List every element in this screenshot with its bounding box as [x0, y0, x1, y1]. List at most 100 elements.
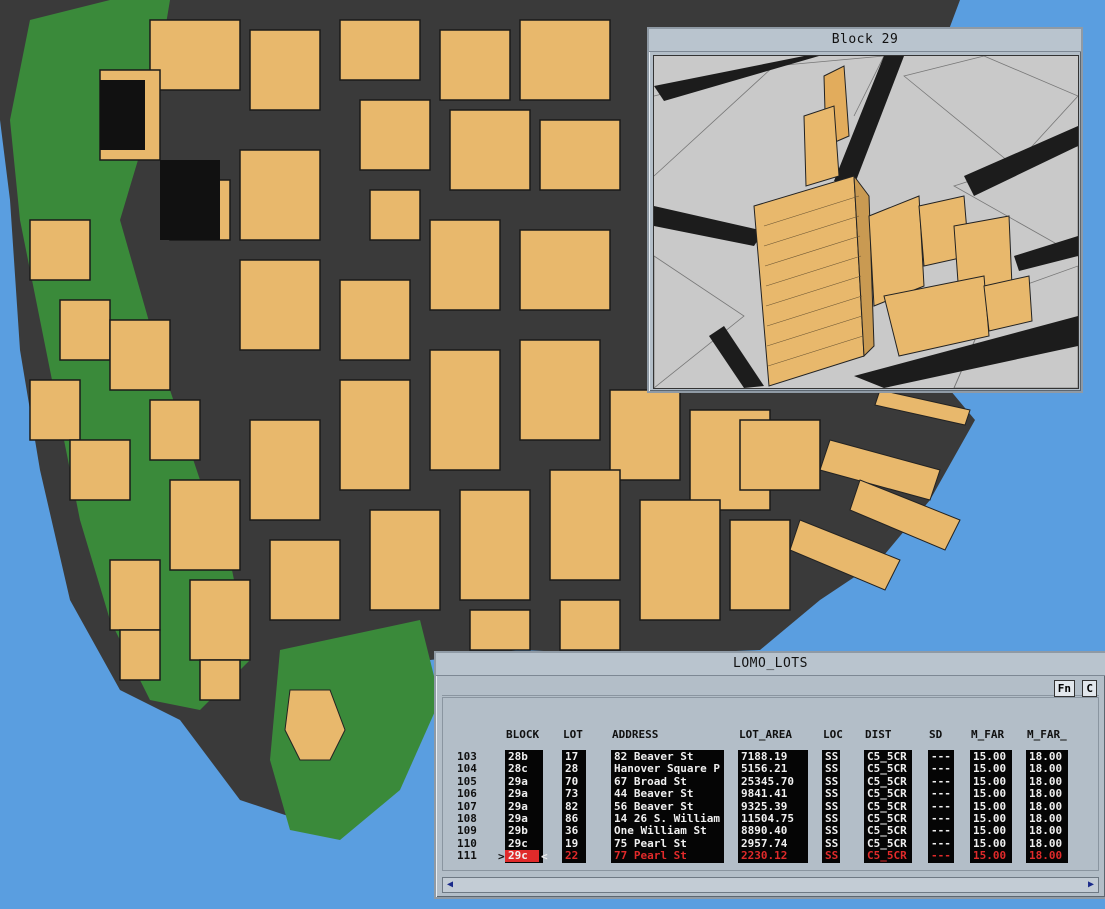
column-lot[interactable]: 17 28 70 73 82 86 36 19 22 — [562, 750, 586, 863]
table-cell[interactable]: SS — [825, 788, 838, 800]
table-cell[interactable]: 73 — [565, 788, 578, 800]
table-cell[interactable]: 18.00 — [1029, 801, 1062, 813]
table-cell[interactable]: 15.00 — [973, 825, 1006, 837]
column-block[interactable]: 28b 28c 29a 29a 29a 29a 29b 29c 29c > < — [498, 750, 548, 863]
table-cell[interactable]: 17 — [565, 751, 578, 763]
table-cell[interactable]: 29a — [508, 813, 528, 825]
table-cell[interactable]: Hanover Square P — [614, 763, 720, 775]
table-cell[interactable]: 15.00 — [973, 776, 1006, 788]
table-cell[interactable]: 8890.40 — [741, 825, 787, 837]
scroll-left-arrow-icon[interactable]: ◀ — [443, 878, 457, 892]
block-view-window[interactable]: Block 29 — [647, 27, 1083, 393]
table-cell[interactable]: 11504.75 — [741, 813, 794, 825]
table-cell-selected[interactable]: 29c — [505, 850, 539, 863]
table-cell[interactable]: 75 Pearl St — [614, 838, 687, 850]
col-header-lot-area[interactable]: LOT_AREA — [739, 728, 792, 741]
table-cell[interactable]: 15.00 — [973, 763, 1006, 775]
table-cell[interactable]: C5_5CR — [867, 838, 907, 850]
table-cell[interactable]: --- — [931, 813, 951, 825]
table-cell[interactable]: SS — [825, 838, 838, 850]
table-cell[interactable]: C5_5CR — [867, 751, 907, 763]
col-header-dist[interactable]: DIST — [865, 728, 892, 741]
col-header-m-far[interactable]: M_FAR — [971, 728, 1004, 741]
table-cell[interactable]: C5_5CR — [867, 850, 907, 862]
table-cell[interactable]: 56 Beaver St — [614, 801, 693, 813]
table-cell[interactable]: 67 Broad St — [614, 776, 687, 788]
table-cell[interactable]: C5_5CR — [867, 813, 907, 825]
table-cell[interactable]: 28 — [565, 763, 578, 775]
table-cell[interactable]: 22 — [565, 850, 578, 862]
table-cell[interactable]: --- — [931, 850, 951, 862]
col-header-loc[interactable]: LOC — [823, 728, 843, 741]
table-cell[interactable]: --- — [931, 751, 951, 763]
table-cell[interactable]: 28c — [508, 763, 528, 775]
column-loc[interactable]: SS SS SS SS SS SS SS SS SS — [822, 750, 840, 863]
table-cell[interactable]: --- — [931, 788, 951, 800]
table-cell[interactable]: --- — [931, 838, 951, 850]
table-cell[interactable]: 44 Beaver St — [614, 788, 693, 800]
table-cell[interactable]: 29a — [508, 801, 528, 813]
table-cell[interactable]: C5_5CR — [867, 788, 907, 800]
lots-table-window[interactable]: LOMO_LOTS Fn C BLOCK LOT ADDRESS LOT_ARE… — [434, 651, 1105, 899]
table-cell[interactable]: 2957.74 — [741, 838, 787, 850]
table-cell[interactable]: 29a — [508, 788, 528, 800]
column-m-far[interactable]: 15.00 15.00 15.00 15.00 15.00 15.00 15.00 15.00… — [970, 750, 1012, 863]
table-cell[interactable]: C5_5CR — [867, 776, 907, 788]
table-cell[interactable]: 15.00 — [973, 838, 1006, 850]
table-cell[interactable]: --- — [931, 801, 951, 813]
table-cell[interactable]: 15.00 — [973, 801, 1006, 813]
block-3d-viewport[interactable] — [653, 55, 1079, 389]
table-cell[interactable]: 36 — [565, 825, 578, 837]
table-cell[interactable]: 18.00 — [1029, 838, 1062, 850]
table-cell[interactable]: 9325.39 — [741, 801, 787, 813]
table-cell[interactable]: 7188.19 — [741, 751, 787, 763]
table-cell[interactable]: SS — [825, 801, 838, 813]
table-cell[interactable]: C5_5CR — [867, 801, 907, 813]
table-cell[interactable]: 70 — [565, 776, 578, 788]
table-cell[interactable]: 29c — [508, 838, 528, 850]
table-cell[interactable]: 5156.21 — [741, 763, 787, 775]
column-m-far-2[interactable]: 18.00 18.00 18.00 18.00 18.00 18.00 18.00 18.00… — [1026, 750, 1068, 863]
horizontal-scrollbar[interactable]: ◀ ▶ — [442, 877, 1099, 893]
table-cell[interactable]: One William St — [614, 825, 707, 837]
table-cell[interactable]: C5_5CR — [867, 825, 907, 837]
table-cell[interactable]: 82 Beaver St — [614, 751, 693, 763]
column-lot-area[interactable]: 7188.19 5156.21 25345.70 9841.41 9325.39 1150… — [738, 750, 808, 863]
table-cell[interactable]: 18.00 — [1029, 776, 1062, 788]
c-button[interactable]: C — [1082, 680, 1097, 697]
col-header-lot[interactable]: LOT — [563, 728, 583, 741]
table-cell[interactable]: 82 — [565, 801, 578, 813]
table-cell[interactable]: SS — [825, 776, 838, 788]
table-cell[interactable]: 29b — [508, 825, 528, 837]
table-cell[interactable]: 15.00 — [973, 813, 1006, 825]
col-header-address[interactable]: ADDRESS — [612, 728, 658, 741]
table-cell[interactable]: 14 26 S. William — [614, 813, 720, 825]
col-header-sd[interactable]: SD — [929, 728, 942, 741]
table-cell[interactable]: SS — [825, 813, 838, 825]
col-header-block[interactable]: BLOCK — [506, 728, 539, 741]
table-cell[interactable]: --- — [931, 825, 951, 837]
column-dist[interactable]: C5_5CR C5_5CR C5_5CR C5_5CR C5_5CR C5_5CR C5_5… — [864, 750, 912, 863]
table-cell[interactable]: 29a — [508, 776, 528, 788]
table-cell[interactable]: 15.00 — [973, 751, 1006, 763]
table-cell[interactable]: 19 — [565, 838, 578, 850]
column-sd[interactable]: --- --- --- --- --- --- --- --- --- — [928, 750, 954, 863]
table-cell[interactable]: 86 — [565, 813, 578, 825]
scroll-right-arrow-icon[interactable]: ▶ — [1084, 878, 1098, 892]
fn-button[interactable]: Fn — [1053, 680, 1075, 697]
table-cell[interactable]: SS — [825, 850, 838, 862]
table-cell[interactable]: 18.00 — [1029, 850, 1062, 862]
table-cell[interactable]: SS — [825, 763, 838, 775]
table-cell[interactable]: C5_5CR — [867, 763, 907, 775]
table-cell[interactable]: 15.00 — [973, 788, 1006, 800]
table-cell[interactable]: 25345.70 — [741, 776, 794, 788]
table-cell[interactable]: 18.00 — [1029, 751, 1062, 763]
table-cell[interactable]: --- — [931, 763, 951, 775]
table-cell[interactable]: SS — [825, 825, 838, 837]
table-cell[interactable]: 28b — [508, 751, 528, 763]
table-cell[interactable]: 18.00 — [1029, 825, 1062, 837]
table-cell[interactable]: 18.00 — [1029, 813, 1062, 825]
table-cell[interactable]: 18.00 — [1029, 788, 1062, 800]
table-cell[interactable]: 77 Pearl St — [614, 850, 687, 862]
column-address[interactable]: 82 Beaver St Hanover Square P 67 Broad St 4… — [611, 750, 724, 863]
